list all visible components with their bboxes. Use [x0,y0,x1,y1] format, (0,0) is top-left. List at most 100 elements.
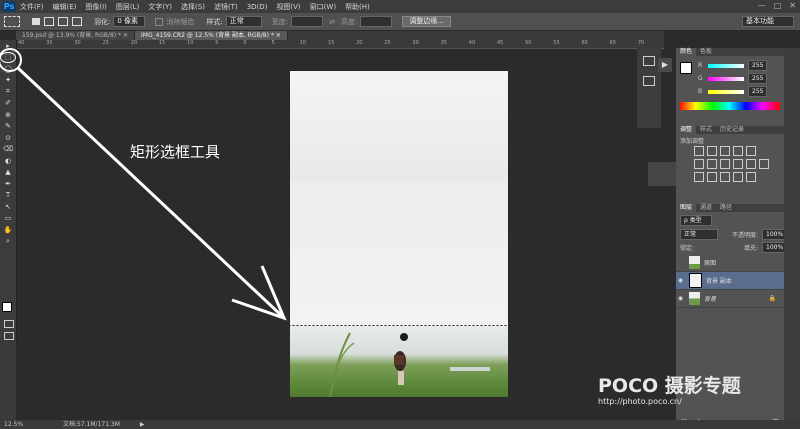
blend-mode-select[interactable]: 正常 [680,229,718,240]
lock-label: 锁定: [680,245,695,252]
layer-row-background[interactable]: ◉ 背景 🔒 [676,290,784,308]
color-foreground-swatch[interactable] [680,62,692,74]
close-icon[interactable]: ✕ [789,1,796,10]
menu-window[interactable]: 窗口(W) [310,2,336,12]
tab-color[interactable]: 颜色 [676,48,697,56]
opacity-label: 不透明度: [732,232,759,239]
black-white-icon[interactable] [720,159,730,169]
menu-type[interactable]: 文字(Y) [148,2,172,12]
layer-kind-filter[interactable]: ρ 类型 [680,215,712,226]
right-panel-dock: 颜色 色板 R 255 G 255 B 255 调整 样式 历史记录 添加调整 [676,48,788,426]
tab-layers[interactable]: 图层 [676,204,697,212]
document-size: 文档:57.1M/171.3M [62,421,120,428]
antialias-label: 消除锯齿 [166,17,195,26]
channel-b-slider[interactable] [708,89,744,94]
menu-edit[interactable]: 编辑(E) [53,2,77,12]
maximize-icon[interactable]: □ [774,1,782,10]
channel-g-label: G [698,75,703,82]
status-menu-arrow-icon[interactable]: ▶ [140,421,145,428]
empty-slot [759,146,769,154]
new-selection-icon[interactable] [32,18,40,25]
height-input[interactable] [360,16,393,27]
eye-icon[interactable]: ◉ [676,295,685,302]
menu-select[interactable]: 选择(S) [181,2,205,12]
screen-mode-icon[interactable] [4,332,14,340]
menu-filter[interactable]: 滤镜(T) [214,2,238,12]
annotation-label: 矩形选框工具 [130,143,221,161]
color-lookup-icon[interactable] [759,159,769,169]
gradient-map-icon[interactable] [733,172,743,182]
hue-saturation-icon[interactable] [694,159,704,169]
zoom-level[interactable]: 12.5% [4,421,23,428]
ruler-tick-label: 15 [158,40,166,46]
tab-styles[interactable]: 样式 [696,126,716,134]
channel-b-label: B [698,88,703,95]
ruler-tick-label: 50 [525,40,532,46]
feather-input[interactable]: 0 像素 [113,16,146,27]
ruler-tick-label: 5 [271,40,275,46]
add-selection-icon[interactable] [44,17,54,26]
marquee-tool-preset-icon[interactable] [4,16,20,27]
minimize-icon[interactable]: — [758,1,766,10]
tab-channels[interactable]: 通道 [696,204,716,212]
layer-name: 原图 [704,260,717,267]
panel-scroll-column [784,48,800,420]
layer-thumbnail [689,292,700,305]
eye-icon[interactable]: ◉ [676,277,685,284]
intersect-selection-icon[interactable] [72,17,82,26]
menu-help[interactable]: 帮助(H) [345,2,370,12]
swap-icon[interactable]: ⇄ [329,18,335,26]
layer-row-original[interactable]: 原图 [676,254,784,272]
channel-r-row: R 255 [698,60,768,71]
channel-b-value[interactable]: 255 [748,86,768,97]
menu-image[interactable]: 图像(I) [85,2,107,12]
refine-edge-button[interactable]: 调整边缘... [402,16,451,27]
tab-swatches[interactable]: 色板 [696,48,716,56]
spectrum-bar[interactable] [679,102,779,110]
width-label: 宽度: [271,17,289,26]
channel-g-value[interactable]: 255 [748,73,768,84]
channel-g-slider[interactable] [708,76,744,81]
ruler-tick-label: 10 [187,40,194,46]
tab-document-2[interactable]: IMG_4159.CR2 @ 12.5% (背景 副本, RGB/8) * ✕ [135,31,288,40]
exposure-icon[interactable] [733,146,743,156]
photo-filter-icon[interactable] [733,159,743,169]
channel-r-value[interactable]: 255 [748,60,768,71]
color-panel: R 255 G 255 B 255 [676,56,784,114]
menu-view[interactable]: 视图(V) [276,2,300,12]
workspace-select[interactable]: 基本功能 [742,16,794,27]
selective-color-icon[interactable] [746,172,756,182]
tab-history[interactable]: 历史记录 [716,126,748,134]
channel-mixer-icon[interactable] [746,159,756,169]
mini-panel-button[interactable] [648,162,676,186]
height-label: 高度: [340,17,358,26]
menu-3d[interactable]: 3D(D) [247,3,268,11]
color-balance-icon[interactable] [707,159,717,169]
width-input[interactable] [291,16,324,27]
layer-row-background-copy[interactable]: ◉ 背景 副本 [676,272,784,290]
expand-panels-button[interactable]: ▶ [658,58,672,72]
brightness-icon[interactable] [694,146,704,156]
vibrance-icon[interactable] [746,146,756,156]
menu-bar: Ps 文件(F) 编辑(E) 图像(I) 图层(L) 文字(Y) 选择(S) 滤… [0,0,800,13]
curves-icon[interactable] [720,146,730,156]
style-select[interactable]: 正常 [225,16,262,27]
antialias-checkbox[interactable] [155,17,164,26]
menu-layer[interactable]: 图层(L) [116,2,139,12]
tab-document-1[interactable]: 159.psd @ 13.9% (背景, RGB/8) * ✕ [16,31,135,40]
posterize-icon[interactable] [707,172,717,182]
ruler-tick-label: 10 [299,40,307,46]
history-panel-icon[interactable] [643,56,655,66]
layer-thumbnail [689,256,700,269]
selection-marquee [289,70,509,326]
subtract-selection-icon[interactable] [58,17,68,26]
threshold-icon[interactable] [720,172,730,182]
tab-paths[interactable]: 路径 [716,204,736,212]
fill-label: 填充: [744,245,759,252]
menu-file[interactable]: 文件(F) [20,2,44,12]
properties-panel-icon[interactable] [643,76,655,86]
channel-r-slider[interactable] [708,63,744,68]
invert-icon[interactable] [694,172,704,182]
levels-icon[interactable] [707,146,717,156]
tab-adjustments[interactable]: 调整 [676,126,697,134]
